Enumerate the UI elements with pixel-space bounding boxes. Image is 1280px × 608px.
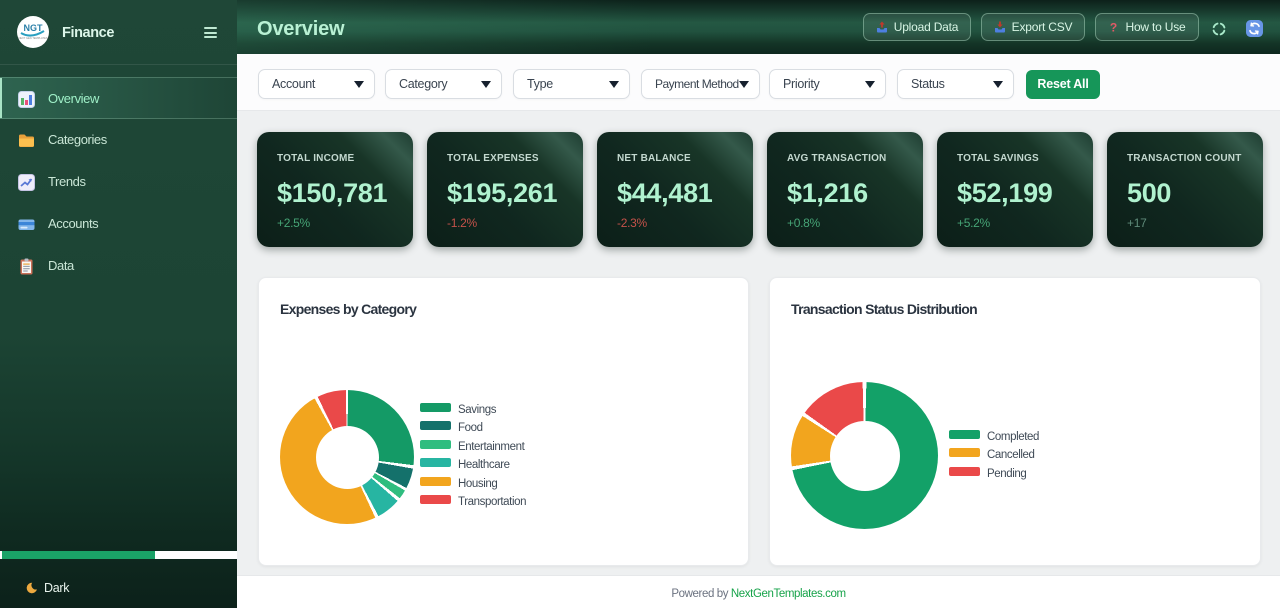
svg-text:?: ? (1110, 21, 1117, 33)
svg-text:NEXT GEN TEMPLATES: NEXT GEN TEMPLATES (18, 36, 47, 40)
svg-text:NGT: NGT (24, 23, 44, 33)
